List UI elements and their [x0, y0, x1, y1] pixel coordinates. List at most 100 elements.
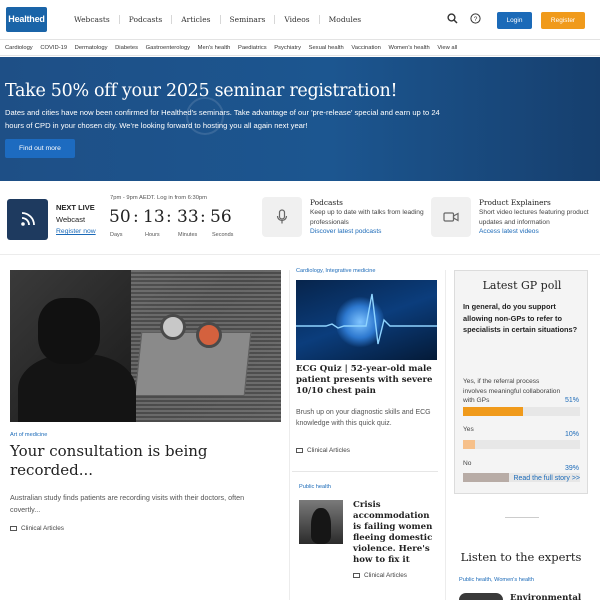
person-head	[38, 298, 100, 364]
explainers-title[interactable]: Product Explainers	[479, 198, 551, 207]
listen-category[interactable]: Public health, Women's health	[459, 577, 534, 583]
nav-videos[interactable]: Videos	[274, 15, 318, 24]
category-link[interactable]: Men's health	[194, 45, 234, 51]
category-link[interactable]: Diabetes	[111, 45, 141, 51]
countdown-hours-label: Hours	[145, 232, 160, 238]
countdown-days: 50	[109, 207, 131, 227]
nav-webcasts[interactable]: Webcasts	[65, 15, 119, 24]
category-link[interactable]: Cardiology	[0, 45, 37, 51]
register-now-link[interactable]: Register now	[56, 228, 96, 235]
crisis-article-image[interactable]	[299, 500, 343, 544]
person-silhouette	[311, 508, 331, 544]
category-link[interactable]: Women's health	[385, 45, 434, 51]
category-link[interactable]: Gastroenterology	[142, 45, 194, 51]
read-full-story-link[interactable]: Read the full story >>	[454, 475, 580, 482]
explainers-text: Short video lectures featuring product u…	[479, 209, 589, 226]
crisis-meta-label[interactable]: Clinical Articles	[364, 572, 407, 579]
article-separator	[292, 471, 438, 472]
poll-option-percent: 10%	[564, 431, 579, 438]
login-button[interactable]: Login	[497, 12, 532, 29]
book-icon	[353, 572, 360, 578]
category-link[interactable]: Psychiatry	[270, 45, 304, 51]
section-separator	[505, 517, 539, 518]
poll-bar-fill	[463, 440, 475, 449]
featured-article-image[interactable]	[10, 270, 281, 422]
crisis-meta: Clinical Articles	[353, 572, 407, 579]
book-icon	[10, 525, 17, 531]
discover-podcasts-link[interactable]: Discover latest podcasts	[310, 228, 381, 235]
countdown-days-label: Days	[110, 232, 123, 238]
category-link[interactable]: Dermatology	[71, 45, 111, 51]
nav-podcasts[interactable]: Podcasts	[118, 15, 171, 24]
poll-option-label[interactable]: Yes, if the referral process involves me…	[463, 377, 563, 406]
podcasts-title[interactable]: Podcasts	[310, 198, 343, 207]
category-link[interactable]: Vaccination	[348, 45, 385, 51]
help-icon[interactable]: ?	[468, 13, 482, 27]
register-button[interactable]: Register	[541, 12, 585, 29]
column-divider	[289, 270, 290, 600]
crisis-category[interactable]: Public health	[299, 484, 331, 490]
main-nav: Webcasts Podcasts Articles Seminars Vide…	[65, 15, 370, 24]
nav-articles[interactable]: Articles	[171, 15, 219, 24]
broadcast-icon	[7, 199, 48, 240]
video-camera-icon[interactable]	[431, 197, 471, 237]
poll-question: In general, do you support allowing non-…	[463, 302, 578, 334]
listen-item-title[interactable]: Environmental	[510, 593, 590, 600]
countdown-minutes-label: Minutes	[178, 232, 198, 238]
promo-banner: Take 50% off your 2025 seminar registrat…	[0, 57, 600, 181]
content-area: Art of medicine Your consultation is bei…	[0, 256, 600, 600]
gp-poll: Latest GP poll In general, do you suppor…	[454, 270, 588, 494]
countdown-separator: :	[200, 207, 206, 227]
ecg-waveform	[296, 293, 437, 345]
countdown-separator: :	[166, 207, 172, 227]
top-header: Healthed Webcasts Podcasts Articles Semi…	[0, 0, 600, 40]
banner-title: Take 50% off your 2025 seminar registrat…	[5, 81, 398, 101]
ecg-meta: Clinical Articles	[296, 447, 350, 454]
nav-seminars[interactable]: Seminars	[219, 15, 275, 24]
search-icon[interactable]	[445, 13, 459, 27]
ecg-title[interactable]: ECG Quiz | 52-year-old male patient pres…	[296, 364, 436, 397]
podcasts-text: Keep up to date with talks from leading …	[310, 209, 424, 226]
ecg-meta-label[interactable]: Clinical Articles	[307, 447, 350, 454]
featured-title[interactable]: Your consultation is being recorded...	[10, 442, 270, 479]
poll-option-percent: 39%	[564, 465, 579, 472]
listen-title: Listen to the experts	[460, 550, 582, 564]
access-videos-link[interactable]: Access latest videos	[479, 228, 539, 235]
banner-text: Dates and cities have now been confirmed…	[5, 108, 440, 130]
featured-meta: Clinical Articles	[10, 525, 64, 532]
promo-row: NEXT LIVE Webcast Register now 7pm - 9pm…	[0, 181, 600, 255]
listen-item-image[interactable]	[459, 593, 503, 600]
featured-excerpt: Australian study finds patients are reco…	[10, 493, 245, 514]
next-live-type: Webcast	[56, 215, 86, 224]
ecg-category[interactable]: Cardiology, Integrative medicine	[296, 268, 376, 274]
tape-recorder	[134, 332, 252, 396]
next-live-heading: NEXT LIVE	[56, 203, 95, 212]
column-divider	[445, 270, 446, 600]
category-link[interactable]: Sexual health	[305, 45, 348, 51]
countdown-hours: 13	[143, 207, 165, 227]
countdown-seconds-label: Seconds	[212, 232, 234, 238]
tape-reel	[196, 322, 222, 348]
countdown-seconds: 56	[210, 207, 232, 227]
svg-text:?: ?	[473, 16, 477, 23]
find-out-more-button[interactable]: Find out more	[5, 139, 75, 158]
featured-category[interactable]: Art of medicine	[10, 432, 47, 438]
poll-option-percent: 51%	[564, 397, 579, 404]
countdown-separator: :	[133, 207, 139, 227]
nav-modules[interactable]: Modules	[318, 15, 371, 24]
crisis-title[interactable]: Crisis accommodation is failing women fl…	[353, 500, 437, 566]
featured-meta-label[interactable]: Clinical Articles	[21, 525, 64, 532]
ecg-article-image[interactable]	[296, 280, 437, 360]
category-bar: Cardiology COVID-19 Dermatology Diabetes…	[0, 40, 600, 56]
person-silhouette	[18, 354, 136, 422]
category-link[interactable]: Paediatrics	[234, 45, 270, 51]
poll-option-bar	[463, 407, 580, 416]
healthed-logo[interactable]: Healthed	[6, 7, 47, 32]
category-view-all[interactable]: View all	[434, 45, 461, 51]
poll-bar-fill	[463, 407, 523, 416]
webcast-time: 7pm - 9pm AEDT. Log in from 6:30pm	[110, 195, 207, 201]
book-icon	[296, 447, 303, 453]
countdown-minutes: 33	[177, 207, 199, 227]
category-link[interactable]: COVID-19	[37, 45, 71, 51]
microphone-icon[interactable]	[262, 197, 302, 237]
